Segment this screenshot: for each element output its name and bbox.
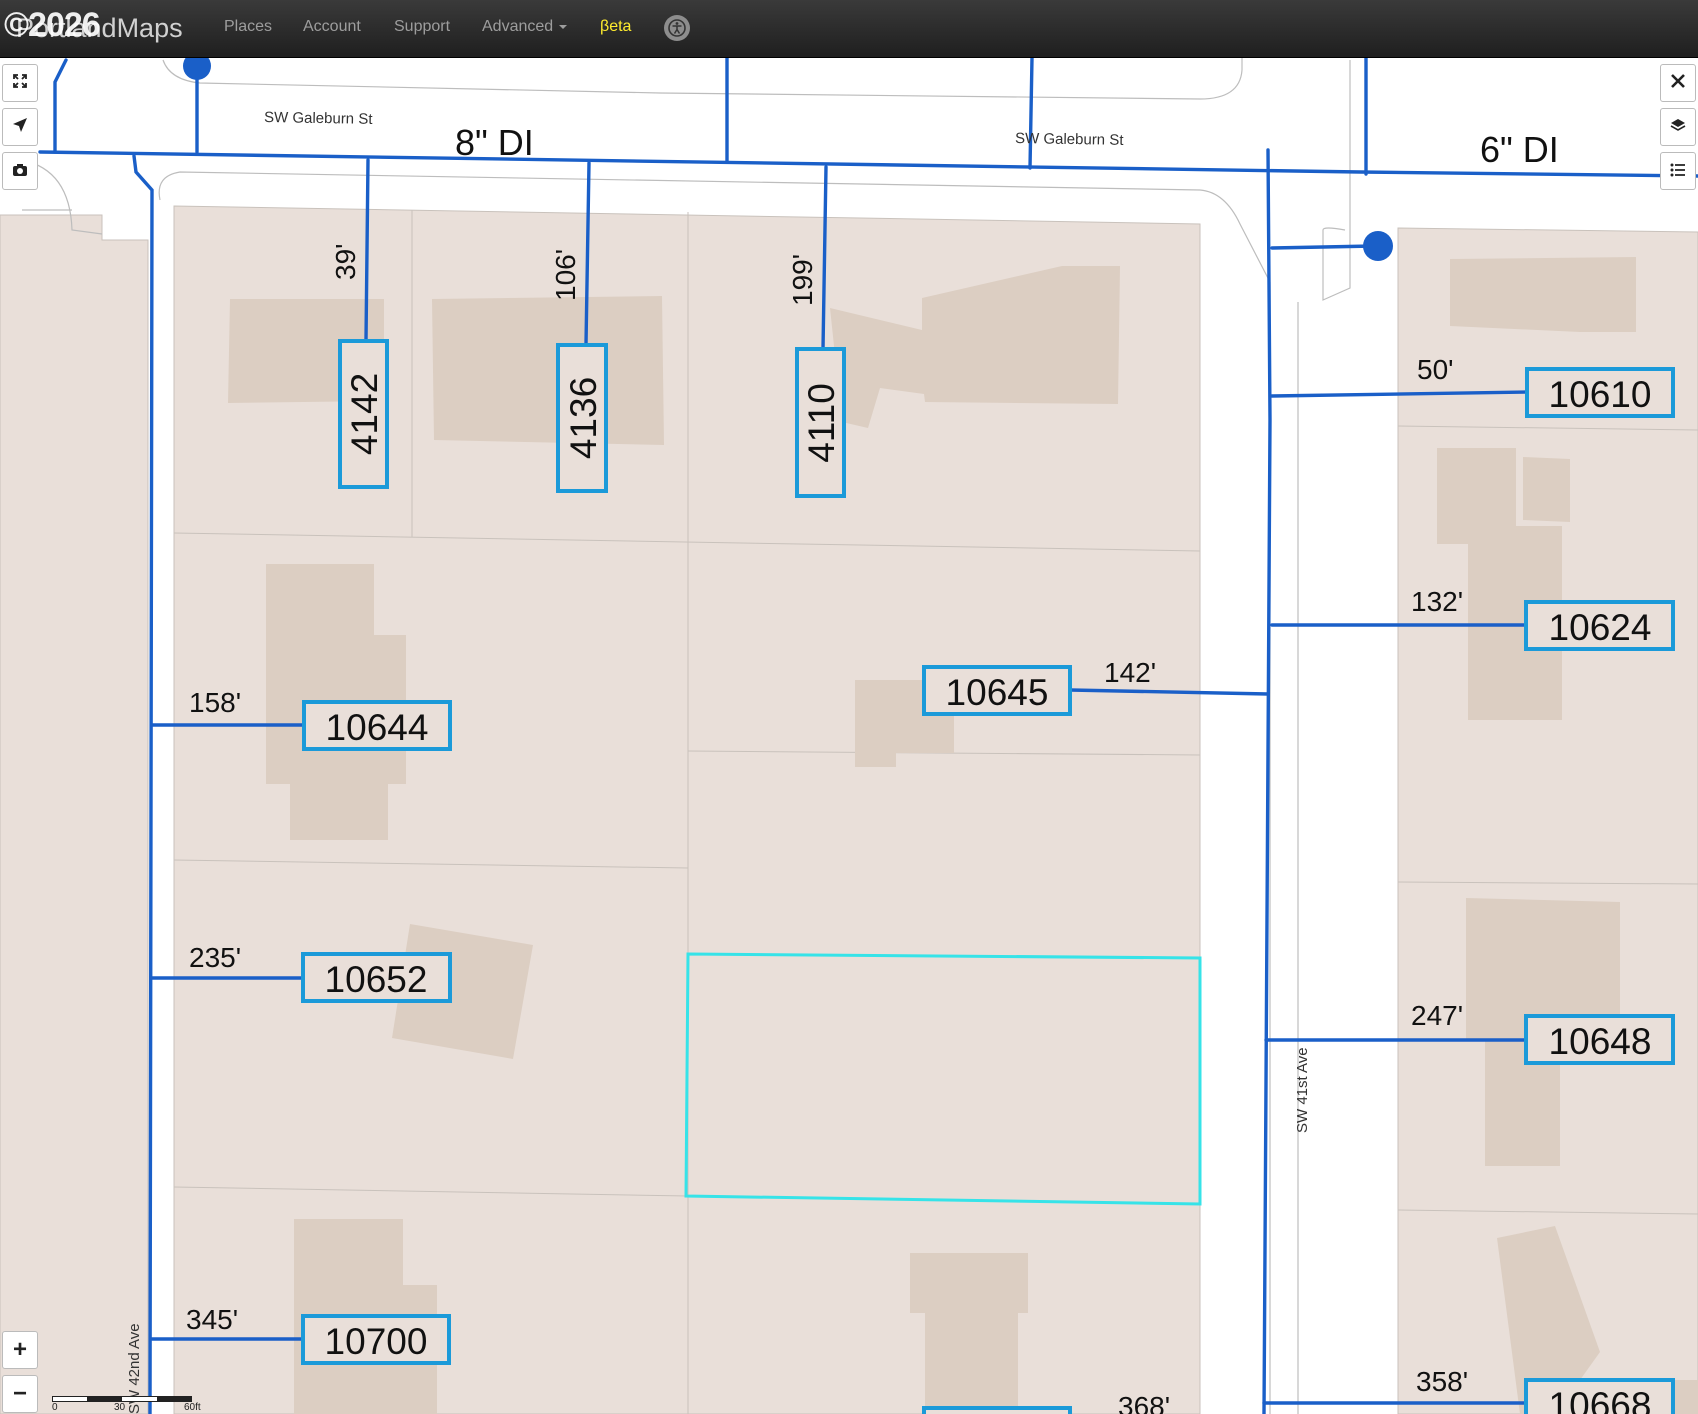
address-label: 10644 (326, 707, 429, 748)
accessibility-icon[interactable] (664, 15, 690, 41)
main-label-8in: 8" DI (455, 122, 534, 163)
address-label: 10700 (325, 1321, 428, 1362)
map-canvas[interactable]: SW Galeburn St SW Galeburn St SW 41st Av… (0, 58, 1698, 1414)
distance-label: 132' (1411, 586, 1463, 617)
list-icon (1670, 161, 1686, 182)
fullscreen-button[interactable] (2, 64, 38, 102)
nav-support[interactable]: Support (394, 18, 450, 36)
scale-bar-segment (157, 1397, 191, 1401)
scale-label-start: 0 (52, 1402, 58, 1413)
address-label: 10652 (325, 959, 428, 1000)
address-box (922, 1406, 1072, 1414)
distance-label: 158' (189, 687, 241, 718)
main-label-6in: 6" DI (1480, 129, 1559, 170)
address-label: 4142 (344, 373, 385, 455)
distance-label: 235' (189, 942, 241, 973)
close-button[interactable] (1660, 64, 1696, 102)
address-label: 10624 (1549, 607, 1652, 648)
distance-label: 39' (330, 244, 361, 281)
distance-label: 358' (1416, 1366, 1468, 1397)
distance-label: 142' (1104, 657, 1156, 688)
locate-button[interactable] (2, 108, 38, 146)
address-label: 4110 (801, 383, 842, 463)
nav-account[interactable]: Account (303, 18, 361, 36)
distance-label: 50' (1417, 354, 1454, 385)
address-label: 10610 (1549, 374, 1652, 415)
camera-button[interactable] (2, 152, 38, 190)
zoom-out-button[interactable]: − (2, 1375, 38, 1413)
distance-label: 106' (550, 249, 581, 301)
locate-icon (12, 117, 28, 138)
street-label-galeburn-east: SW Galeburn St (1015, 130, 1124, 149)
nav-beta[interactable]: βeta (600, 18, 631, 36)
address-label: 10648 (1549, 1021, 1652, 1062)
scale-bar: 0 30 60ft (52, 1390, 201, 1413)
address-label: 10645 (946, 672, 1049, 713)
distance-label: 199' (787, 254, 818, 306)
scale-label-end: 60ft (184, 1402, 201, 1413)
copyright-watermark: ©2026 (4, 6, 101, 44)
distance-label: 247' (1411, 1000, 1463, 1031)
distance-label: 345' (186, 1304, 238, 1335)
distance-label: 368' (1118, 1391, 1170, 1414)
zoom-in-button[interactable]: + (2, 1331, 38, 1369)
navbar: PortlandMaps ©2026 Places Account Suppor… (0, 0, 1698, 58)
layers-icon (1670, 117, 1686, 138)
camera-icon (12, 161, 28, 182)
street-label-galeburn-west: SW Galeburn St (264, 109, 373, 128)
address-label: 4136 (563, 377, 604, 459)
nav-places[interactable]: Places (224, 18, 272, 36)
fullscreen-icon (12, 73, 28, 94)
street-label-41st: SW 41st Ave (1294, 1047, 1311, 1133)
close-icon (1670, 73, 1686, 94)
nav-advanced-label: Advanced (482, 18, 554, 35)
caret-down-icon (559, 24, 568, 29)
address-label: 10668 (1549, 1385, 1652, 1414)
list-button[interactable] (1660, 152, 1696, 190)
nav-advanced[interactable]: Advanced (482, 18, 568, 36)
brand-logo[interactable]: PortlandMaps ©2026 (4, 6, 183, 50)
layers-button[interactable] (1660, 108, 1696, 146)
scale-bar-segment (87, 1397, 122, 1401)
scale-label-mid: 30 (114, 1402, 126, 1413)
